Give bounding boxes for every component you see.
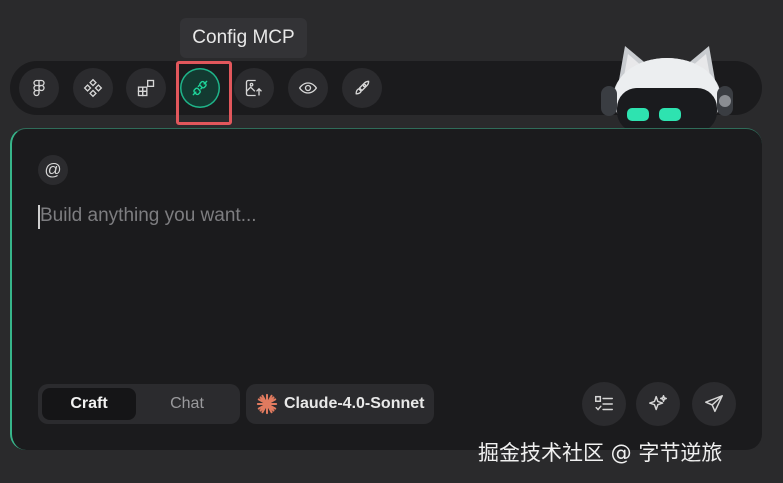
components-icon [83,78,103,98]
figma-icon [33,79,45,97]
robot-cat-mascot-icon [601,46,733,132]
send-icon [705,395,723,413]
model-selector[interactable]: Claude-4.0-Sonnet [246,384,434,424]
eye-icon [298,82,318,94]
mode-switch: Craft Chat [38,384,240,424]
text-cursor [38,205,40,229]
send-button[interactable] [692,382,736,426]
deploy-button[interactable] [342,68,382,108]
highlight-box [176,61,232,125]
watermark: 掘金技术社区 @ 字节逆旅 [478,441,723,465]
components-button[interactable] [73,68,113,108]
model-name: Claude-4.0-Sonnet [284,395,425,412]
at-icon: @ [44,160,62,179]
tooltip: Config MCP [180,18,307,58]
prompt-placeholder: Build anything you want... [40,205,257,226]
checklist-icon [595,395,613,411]
mode-craft-tab[interactable]: Craft [42,388,136,420]
image-upload-button[interactable] [234,68,274,108]
preview-button[interactable] [288,68,328,108]
figma-button[interactable] [19,68,59,108]
enhance-prompt-button[interactable] [636,382,680,426]
blocks-icon [137,79,155,97]
composer-panel: @ Build anything you want... Craft Chat … [10,128,762,450]
image-upload-icon [245,79,262,97]
claude-star-icon [256,393,278,415]
sparkles-icon [649,395,667,411]
mention-button[interactable]: @ [38,155,68,185]
mode-chat-tab[interactable]: Chat [140,388,234,420]
task-list-button[interactable] [582,382,626,426]
prompt-input[interactable]: Build anything you want... [38,205,257,229]
blocks-button[interactable] [126,68,166,108]
tooltip-text: Config MCP [192,27,295,48]
rocket-icon [355,80,370,95]
